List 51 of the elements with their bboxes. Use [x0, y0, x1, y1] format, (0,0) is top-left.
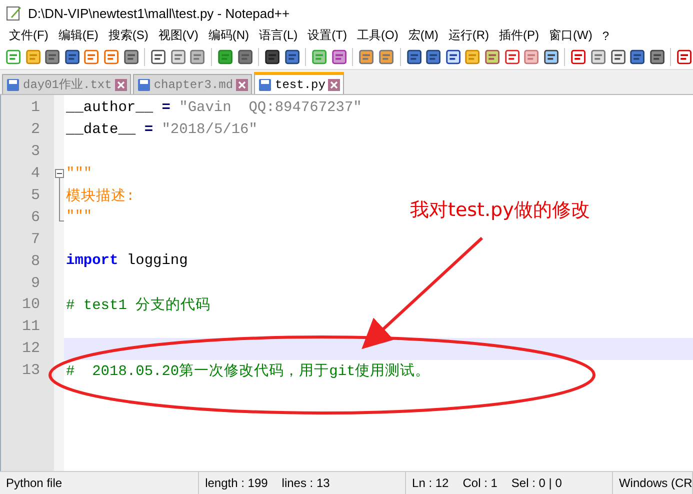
tab-label: chapter3.md — [154, 78, 234, 92]
line-number: 3 — [30, 142, 41, 162]
menu-item[interactable]: ? — [597, 28, 614, 42]
code-line: """ — [65, 209, 92, 226]
menu-item[interactable]: 插件(P) — [494, 27, 544, 44]
code-line: 模块描述: — [65, 187, 135, 205]
menu-item[interactable]: 搜索(S) — [103, 27, 154, 44]
close-icon[interactable] — [236, 78, 248, 90]
line-number: 5 — [30, 186, 41, 206]
line-number: 6 — [30, 208, 41, 228]
line-number: 10 — [20, 295, 41, 316]
line-number: 4 — [30, 164, 41, 184]
window-title: D:\DN-VIP\newtest1\mall\test.py - Notepad++ — [28, 6, 290, 20]
tab-label: day01作业.txt — [23, 77, 112, 93]
menu-item[interactable]: 编码(N) — [203, 27, 254, 44]
line-ending: Windows (CR — [612, 472, 693, 494]
line-number: 9 — [30, 274, 41, 294]
menu-item[interactable]: 视图(V) — [153, 27, 204, 44]
column-info: Col : 1 — [462, 476, 498, 490]
notepad-icon — [6, 5, 22, 21]
menu-item[interactable]: 语言(L) — [254, 27, 303, 44]
menu-item[interactable]: 窗口(W) — [544, 27, 598, 44]
menu-item[interactable]: 设置(T) — [302, 27, 352, 44]
menu-item[interactable]: 宏(M) — [403, 27, 444, 44]
menu-item[interactable]: 文件(F) — [4, 27, 54, 44]
code-line: import logging — [65, 253, 188, 270]
close-icon[interactable] — [328, 78, 340, 90]
code-line: __date__ = "2018/5/16" — [65, 122, 258, 138]
close-icon[interactable] — [114, 78, 127, 90]
selection-info: Sel : 0 | 0 — [511, 476, 562, 490]
tab-label: test.py — [275, 78, 326, 92]
menu-item[interactable]: 编辑(E) — [53, 27, 104, 44]
annotation-text: 我对test.py做的修改 — [410, 198, 590, 223]
line-number: 8 — [30, 252, 41, 272]
length-info: length : 199 — [205, 476, 268, 490]
file-type: Python file — [0, 472, 200, 494]
line-number: 13 — [20, 361, 41, 382]
line-number: 12 — [20, 339, 41, 360]
line-number: 11 — [20, 317, 41, 338]
code-line: """ — [65, 166, 92, 182]
file-tab[interactable]: test.py — [254, 72, 344, 94]
menu-item[interactable]: 运行(R) — [443, 27, 494, 44]
line-number: 2 — [30, 120, 41, 140]
code-line: # 2018.05.20第一次修改代码，用于git使用测试。 — [65, 362, 430, 380]
code-line: __author__ = "Gavin QQ:894767237" — [65, 100, 362, 116]
lines-info: lines : 13 — [282, 476, 330, 490]
menu-item[interactable]: 工具(O) — [352, 27, 404, 44]
line-info: Ln : 12 — [412, 476, 449, 490]
line-number: 7 — [30, 230, 41, 250]
code-line: # test1 分支的代码 — [65, 296, 211, 314]
line-number: 1 — [30, 98, 41, 118]
